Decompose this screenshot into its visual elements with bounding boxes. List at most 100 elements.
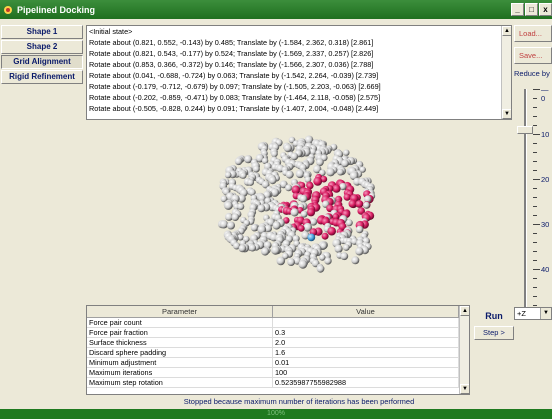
reduce-slider[interactable]: —01020304050 [514,81,552,321]
protein-atom [271,150,278,158]
table-row[interactable]: Force pair count [87,318,469,328]
slider-tick [533,251,537,252]
scroll-up-icon[interactable]: ▲ [502,26,511,36]
protein-atom [326,168,335,177]
app-icon [4,5,12,14]
slider-tick-label: 10 [541,130,550,139]
slider-tick-label: 20 [541,175,550,184]
slider-tick [533,152,537,153]
protein-atom [363,201,370,209]
minimize-button[interactable]: _ [511,3,524,16]
table-scrollbar[interactable]: ▲ ▼ [459,306,469,394]
param-value[interactable]: 1.6 [273,348,459,357]
param-name: Force pair count [87,318,273,327]
param-name: Maximum iterations [87,368,273,377]
table-row[interactable]: Force pair fraction 0.3 [87,328,469,338]
slider-tick [533,287,537,288]
param-value[interactable]: 2.0 [273,338,459,347]
protein-atom [290,152,299,161]
slider-thumb[interactable] [517,125,533,134]
save-button[interactable]: Save... [514,47,552,64]
slider-tick-label: —0 [541,85,549,103]
protein-atom [268,176,277,185]
slider-tick-label: 30 [541,220,550,229]
slider-tick-label: 40 [541,265,550,274]
slider-tick [533,197,537,198]
sidebar-item-shape-1[interactable]: Shape 1 [1,25,83,39]
protein-atom [351,256,360,265]
molecule-viewport[interactable] [86,122,512,302]
column-header-parameter: Parameter [87,306,273,317]
protein-atom [231,213,240,221]
protein-atom [324,257,332,265]
param-value[interactable]: 0.3 [273,328,459,337]
sidebar-item-shape-2[interactable]: Shape 2 [1,40,83,54]
protein-atom [224,201,233,210]
param-value[interactable]: 100 [273,368,459,377]
table-row[interactable]: Discard sphere padding 1.6 [87,348,469,358]
table-row[interactable]: Minimum adjustment 0.01 [87,358,469,368]
log-line[interactable]: Rotate about (0.821, 0.543, -0.177) by 0… [87,48,511,59]
axis-select[interactable]: +Z ▼ [514,307,552,320]
table-row[interactable]: Surface thickness 2.0 [87,338,469,348]
log-line[interactable]: Rotate about (-0.179, -0.712, -0.679) by… [87,81,511,92]
slider-tick [533,188,537,189]
log-line[interactable]: Rotate about (-0.202, -0.859, -0.471) by… [87,92,511,103]
run-button[interactable]: Run [474,308,514,324]
scroll-down-icon[interactable]: ▼ [502,109,511,119]
title-bar: Pipelined Docking _ □ x [0,0,552,19]
right-panel: Load... Save... Reduce by —01020304050 [514,25,552,407]
iteration-log-list[interactable]: <Initial state> Rotate about (0.821, 0.5… [86,25,512,120]
protein-atom [355,247,364,256]
protein-atom [316,264,325,273]
log-line[interactable]: Rotate about (0.821, 0.552, -0.143) by 0… [87,37,511,48]
ligand-atom [348,199,357,208]
sidebar: Shape 1 Shape 2 Grid Alignment Rigid Ref… [0,25,84,85]
status-message: Stopped because maximum number of iterat… [183,397,415,406]
column-header-value: Value [273,306,459,317]
table-header: Parameter Value [87,306,469,318]
close-button[interactable]: x [539,3,552,16]
slider-tick [533,116,537,117]
step-button[interactable]: Step > [474,326,514,340]
param-name: Discard sphere padding [87,348,273,357]
protein-atom [295,169,305,179]
protein-atom [287,258,295,266]
protein-atom [343,149,350,156]
protein-atom [219,220,229,229]
sidebar-item-grid-alignment[interactable]: Grid Alignment [1,55,83,69]
protein-atom [237,203,245,210]
protein-atom [300,210,308,218]
chevron-down-icon[interactable]: ▼ [540,308,551,319]
protein-atom [224,171,232,179]
protein-atom [276,256,286,266]
param-value[interactable] [273,318,459,327]
table-row[interactable]: Maximum step rotation 0.5235987755982988 [87,378,469,388]
protein-atom [240,172,247,179]
param-value[interactable]: 0.5235987755982988 [273,378,459,387]
slider-track [524,89,527,314]
parameter-table[interactable]: Parameter Value Force pair count Force p… [86,305,470,395]
scroll-up-icon[interactable]: ▲ [460,306,469,316]
molecule-render[interactable] [86,122,512,302]
slider-tick [533,269,540,270]
protein-atom [272,221,281,230]
log-line[interactable]: Rotate about (0.853, 0.366, -0.372) by 0… [87,59,511,70]
maximize-button[interactable]: □ [525,3,538,16]
slider-tick [533,134,540,135]
load-button[interactable]: Load... [514,25,552,42]
progress-bar: 100% [0,409,552,419]
log-line[interactable]: Rotate about (0.041, -0.688, -0.724) by … [87,70,511,81]
sidebar-item-rigid-refinement[interactable]: Rigid Refinement [1,70,83,84]
table-row[interactable]: Maximum iterations 100 [87,368,469,378]
protein-atom [340,252,349,261]
scroll-down-icon[interactable]: ▼ [460,384,469,394]
slider-tick [533,296,537,297]
param-name: Minimum adjustment [87,358,273,367]
ligand-atom [355,200,364,208]
ligand-atom [297,225,305,232]
log-scrollbar[interactable]: ▲ ▼ [501,26,511,119]
log-line[interactable]: Rotate about (-0.505, -0.828, 0.244) by … [87,103,511,114]
param-value[interactable]: 0.01 [273,358,459,367]
log-line[interactable]: <Initial state> [87,26,511,37]
